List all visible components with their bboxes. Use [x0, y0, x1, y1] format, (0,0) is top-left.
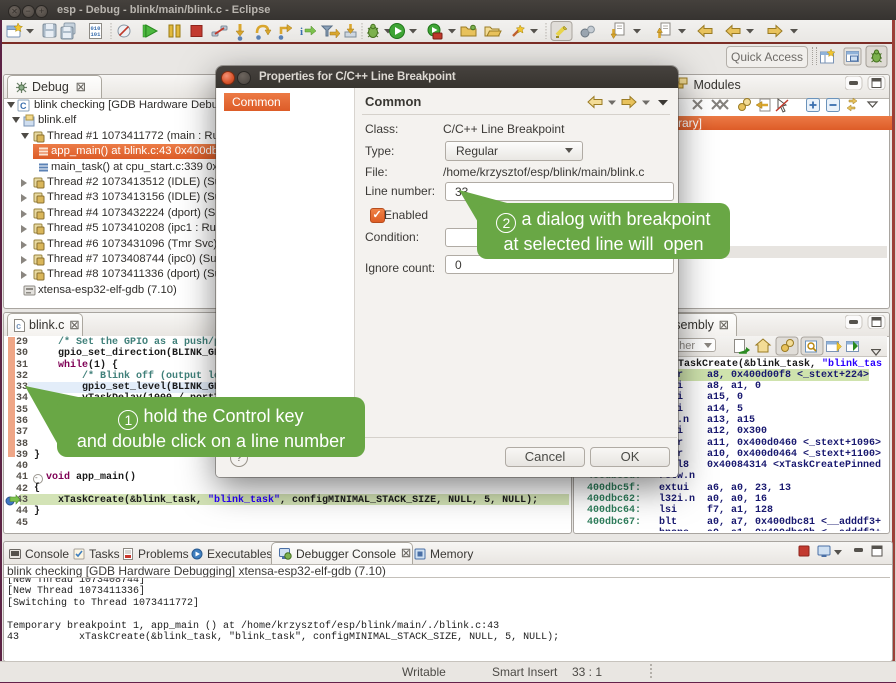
svg-text:c: c [16, 322, 21, 332]
svg-text:i: i [300, 26, 303, 38]
svg-text:C: C [20, 101, 27, 111]
svg-text:101: 101 [91, 31, 102, 38]
